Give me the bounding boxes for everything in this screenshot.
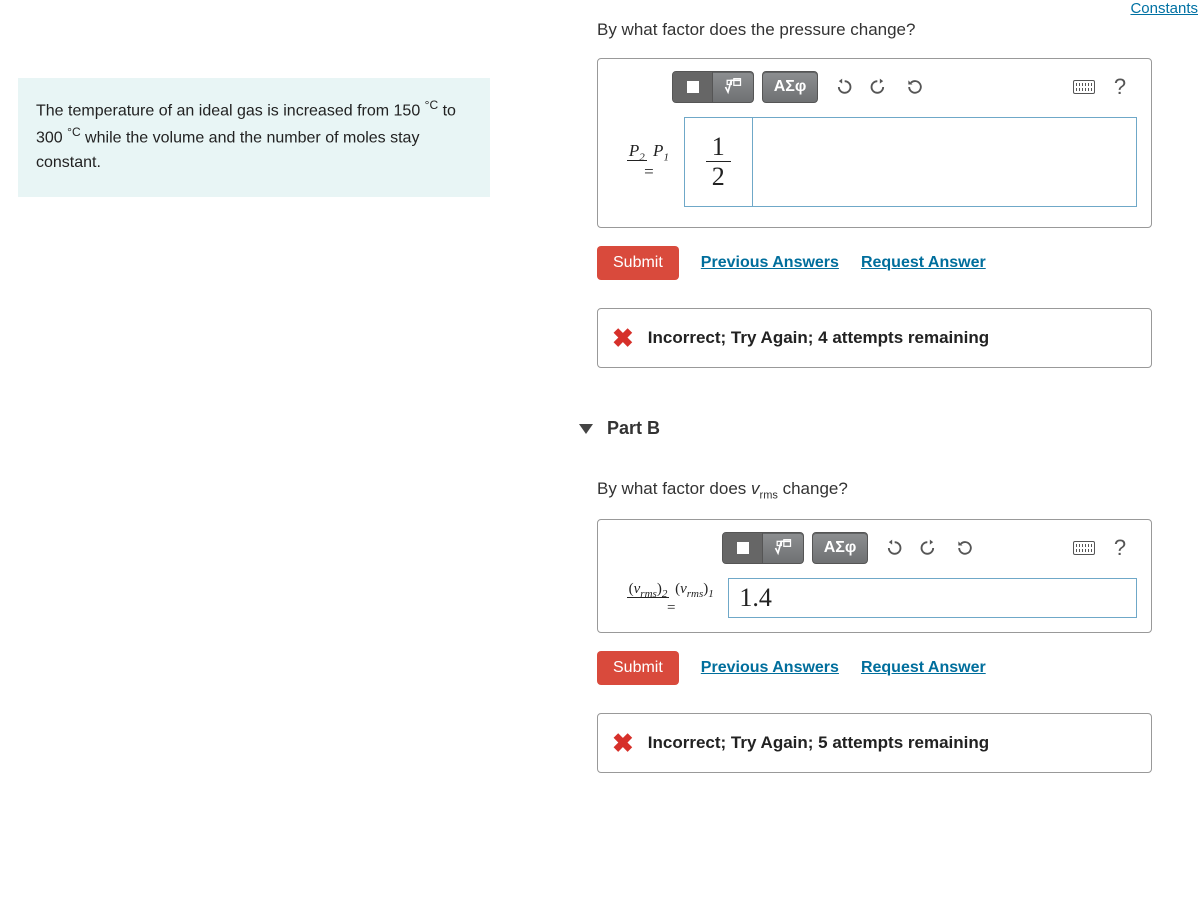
reset-icon xyxy=(905,77,925,97)
partA-input-row: P2 P1 = 1 2 xyxy=(620,117,1137,207)
undo-button[interactable] xyxy=(826,71,860,103)
partA-lhs: P2 P1 = xyxy=(620,142,684,182)
keyboard-button[interactable] xyxy=(1067,71,1101,103)
keyboard-icon xyxy=(1073,541,1095,555)
incorrect-icon: ✖ xyxy=(612,325,634,351)
help-button[interactable]: ? xyxy=(1103,532,1137,564)
answer-column: By what factor does the pressure change?… xyxy=(555,0,1195,773)
square-icon xyxy=(737,542,749,554)
template-button[interactable] xyxy=(723,533,763,563)
undo-icon xyxy=(883,538,903,558)
partA-answer-den: 2 xyxy=(706,162,731,191)
page: Constants The temperature of an ideal ga… xyxy=(0,0,1200,901)
redo-icon xyxy=(919,538,939,558)
problem-statement: The temperature of an ideal gas is incre… xyxy=(18,78,490,197)
partB-input-row: (vrms)2 (vrms)1 = 1.4 xyxy=(620,578,1137,618)
collapse-icon[interactable] xyxy=(579,424,593,434)
equation-tool-group[interactable] xyxy=(722,532,804,564)
partB-answer-box: ΑΣφ ? (vrms xyxy=(597,519,1152,633)
partB-request-answer-link[interactable]: Request Answer xyxy=(861,659,986,677)
greek-button[interactable]: ΑΣφ xyxy=(813,533,867,563)
keyboard-button[interactable] xyxy=(1067,532,1101,564)
partA-feedback-text: Incorrect; Try Again; 4 attempts remaini… xyxy=(648,328,989,348)
reset-button[interactable] xyxy=(948,532,982,564)
problem-text: The temperature of an ideal gas is incre… xyxy=(36,102,425,119)
undo-icon xyxy=(833,77,853,97)
square-icon xyxy=(687,81,699,93)
partB-lhs: (vrms)2 (vrms)1 = xyxy=(620,581,728,617)
partA-feedback: ✖ Incorrect; Try Again; 4 attempts remai… xyxy=(597,308,1152,368)
partA-previous-answers-link[interactable]: Previous Answers xyxy=(701,254,839,272)
greek-button[interactable]: ΑΣφ xyxy=(763,72,817,102)
partB-feedback: ✖ Incorrect; Try Again; 5 attempts remai… xyxy=(597,713,1152,773)
partB-feedback-text: Incorrect; Try Again; 5 attempts remaini… xyxy=(648,733,989,753)
problem-text: while the volume and the number of moles… xyxy=(36,130,419,171)
partB-answer-value: 1.4 xyxy=(739,583,772,613)
redo-button[interactable] xyxy=(862,71,896,103)
redo-button[interactable] xyxy=(912,532,946,564)
radical-button[interactable] xyxy=(763,533,803,563)
help-button[interactable]: ? xyxy=(1103,71,1137,103)
radical-button[interactable] xyxy=(713,72,753,102)
incorrect-icon: ✖ xyxy=(612,730,634,756)
radical-icon xyxy=(723,77,743,97)
template-button[interactable] xyxy=(673,72,713,102)
reset-button[interactable] xyxy=(898,71,932,103)
reset-icon xyxy=(955,538,975,558)
redo-icon xyxy=(869,77,889,97)
partA-answer-box: ΑΣφ ? P2 xyxy=(597,58,1152,228)
undo-button[interactable] xyxy=(876,532,910,564)
partB-header[interactable]: Part B xyxy=(555,418,1195,439)
partA-answer-extend[interactable] xyxy=(753,117,1137,207)
partA-answer-num: 1 xyxy=(706,132,731,162)
partB-previous-answers-link[interactable]: Previous Answers xyxy=(701,659,839,677)
unit-degC-1: °C xyxy=(425,98,438,112)
unit-degC-2: °C xyxy=(67,125,80,139)
partB-actions: Submit Previous Answers Request Answer xyxy=(597,651,1195,685)
greek-tool-group[interactable]: ΑΣφ xyxy=(762,71,818,103)
partA-answer-input[interactable]: 1 2 xyxy=(684,117,753,207)
equation-tool-group[interactable] xyxy=(672,71,754,103)
partB-question: By what factor does vrms change? xyxy=(555,439,1195,519)
partA-submit-button[interactable]: Submit xyxy=(597,246,679,280)
partA-actions: Submit Previous Answers Request Answer xyxy=(597,246,1195,280)
partB-title: Part B xyxy=(607,418,660,439)
partA-toolbar: ΑΣφ ? xyxy=(612,71,1137,117)
keyboard-icon xyxy=(1073,80,1095,94)
greek-tool-group[interactable]: ΑΣφ xyxy=(812,532,868,564)
radical-icon xyxy=(773,538,793,558)
partA-question: By what factor does the pressure change? xyxy=(555,0,1195,58)
partB-toolbar: ΑΣφ ? xyxy=(612,532,1137,578)
partB-submit-button[interactable]: Submit xyxy=(597,651,679,685)
partA-request-answer-link[interactable]: Request Answer xyxy=(861,254,986,272)
partB-answer-input[interactable]: 1.4 xyxy=(728,578,1137,618)
